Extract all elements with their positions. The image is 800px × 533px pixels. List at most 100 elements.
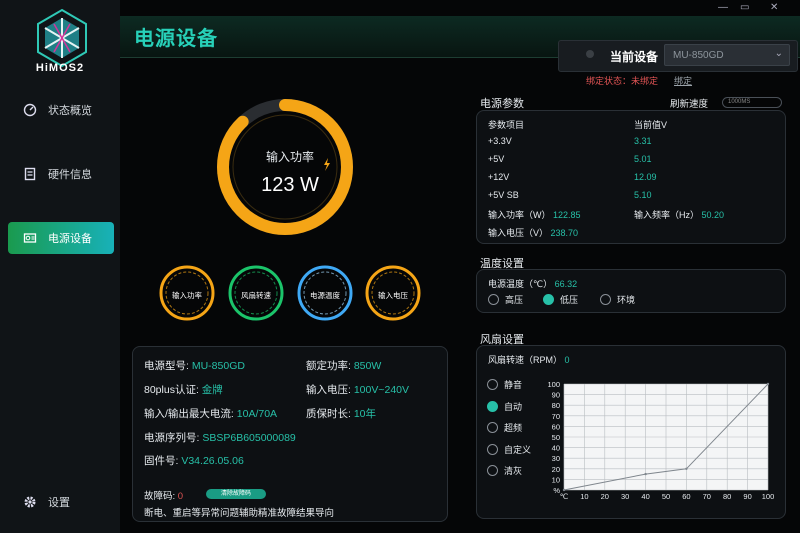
max-current-label: 输入/输出最大电流:	[144, 408, 234, 420]
minimize-icon[interactable]: —	[718, 2, 728, 13]
input-power-label: 输入功率（W）	[488, 210, 551, 220]
input-voltage-row: 输入电压: 100V~240V	[306, 382, 409, 397]
input-voltage-row: 输入电压（V） 238.70	[488, 226, 578, 239]
mini-gauge-label: 电源温度	[310, 291, 340, 300]
chart-x-tick-label: 70	[703, 492, 711, 501]
power-supply-icon	[22, 230, 38, 246]
logo-text: HiMOS2	[35, 62, 85, 74]
fan-curve-point	[685, 467, 688, 470]
refresh-speed-select[interactable]: 1000MS	[722, 97, 782, 108]
chart-y-tick-label: 10	[552, 475, 560, 484]
param-value: 12.09	[634, 172, 657, 182]
model-value: MU-850GD	[191, 360, 245, 372]
fan-curve-point	[562, 488, 566, 492]
radio-dot	[487, 422, 498, 433]
firmware-value: V34.26.05.06	[181, 455, 244, 467]
chart-x-tick-label: 100	[762, 492, 775, 501]
input-freq-row: 输入频率（Hz） 50.20	[634, 208, 724, 221]
chart-y-tick-label: %	[553, 486, 560, 495]
serial-value: SBSP6B605000089	[202, 432, 296, 444]
sidebar-item-power[interactable]: 电源设备	[8, 222, 114, 254]
fan-mode-label: 静音	[504, 380, 523, 390]
bind-link[interactable]: 绑定	[674, 74, 692, 87]
fan-speed-value: 0	[564, 355, 570, 365]
radio-dot	[487, 444, 498, 455]
param-name: +3.3V	[488, 136, 512, 146]
settings-button[interactable]: 设置	[8, 486, 114, 518]
sidebar-item-status[interactable]: 状态概览	[8, 94, 114, 126]
radio-dot	[488, 294, 499, 305]
chart-x-tick-label: 40	[641, 492, 649, 501]
fan-curve-chart[interactable]: ℃%10102020303040405050606070708080909010…	[540, 376, 778, 508]
chart-y-tick-label: 50	[552, 433, 560, 442]
sidebar-item-label: 状态概览	[48, 105, 92, 117]
input-power-value: 122.85	[553, 210, 581, 220]
fan-mode-label: 超频	[504, 423, 523, 433]
firmware-label: 固件号:	[144, 455, 179, 467]
chart-x-tick-label: 80	[723, 492, 731, 501]
bind-status: 绑定状态：未绑定	[586, 74, 658, 87]
input-voltage-label: 输入电压:	[306, 384, 351, 396]
fan-mode-clean[interactable]: 清灰	[487, 464, 522, 477]
device-select-value: MU-850GD	[673, 50, 724, 61]
input-power-gauge	[217, 99, 353, 235]
fault-label: 故障码:	[144, 491, 176, 502]
chart-y-tick-label: 100	[547, 380, 560, 389]
input-freq-label: 输入频率（Hz）	[634, 210, 699, 220]
max-current-row: 输入/输出最大电流: 10A/70A	[144, 406, 277, 421]
chart-y-tick-label: 90	[552, 391, 560, 400]
bind-status-label: 绑定状态：	[586, 76, 632, 86]
gauge-value: 123 W	[261, 174, 319, 196]
fan-curve-point	[644, 472, 647, 476]
device-select[interactable]: MU-850GD ⌄	[664, 44, 790, 66]
sidebar-item-label: 硬件信息	[48, 169, 92, 181]
fan-speed-label: 风扇转速（RPM）	[488, 355, 562, 365]
chart-x-tick-label: 10	[580, 492, 588, 501]
firmware-row: 固件号: V34.26.05.06	[144, 453, 244, 468]
input-power-row: 输入功率（W） 122.85	[488, 208, 581, 221]
model-label: 电源型号:	[144, 360, 189, 372]
sidebar: HiMOS2 状态概览 硬件信息 电源设备 设置	[0, 0, 120, 533]
temp-option-ambient[interactable]: 环境	[600, 293, 635, 306]
radio-dot	[600, 294, 611, 305]
document-icon	[22, 166, 38, 182]
cert-row: 80plus认证: 金牌	[144, 382, 223, 397]
cert-label: 80plus认证:	[144, 384, 199, 396]
mini-gauge-label: 风扇转速	[241, 291, 271, 300]
fan-mode-overclock[interactable]: 超频	[487, 421, 522, 434]
chart-y-tick-label: 40	[552, 444, 560, 453]
col-header-value: 当前值V	[634, 120, 668, 130]
bind-status-value: 未绑定	[631, 76, 659, 86]
gauge-icon	[22, 102, 38, 118]
temp-option-label: 环境	[617, 295, 636, 305]
temp-value: 66.32	[554, 279, 578, 289]
chart-y-tick-label: 70	[552, 412, 560, 421]
warranty-value: 10年	[353, 408, 377, 420]
max-current-value: 10A/70A	[236, 408, 278, 420]
sidebar-item-hardware[interactable]: 硬件信息	[8, 158, 114, 190]
fan-mode-silent[interactable]: 静音	[487, 378, 522, 391]
chart-y-tick-label: 30	[552, 454, 560, 463]
chart-x-tick-label: 30	[621, 492, 629, 501]
fan-mode-custom[interactable]: 自定义	[487, 443, 531, 456]
chart-x-tick-label: 60	[682, 492, 690, 501]
fan-mode-auto[interactable]: 自动	[487, 400, 522, 413]
param-name: +12V	[488, 172, 510, 182]
chart-y-tick-label: 80	[552, 401, 560, 410]
chevron-down-icon: ⌄	[774, 48, 783, 59]
chart-x-tick-label: 50	[662, 492, 670, 501]
fan-mode-label: 自定义	[504, 445, 532, 455]
temp-option-high[interactable]: 高压	[488, 293, 523, 306]
serial-label: 电源序列号:	[144, 432, 200, 444]
maximize-icon[interactable]: ▭	[740, 2, 749, 13]
refresh-label: 刷新速度	[670, 99, 709, 110]
temp-option-low[interactable]: 低压	[543, 293, 578, 306]
connection-status-dot	[586, 50, 594, 58]
clear-fault-button[interactable]: 清除故障码	[206, 489, 266, 499]
radio-dot	[487, 379, 498, 390]
temp-label: 电源温度（℃）	[488, 279, 553, 289]
fan-mode-label: 自动	[504, 402, 523, 412]
close-icon[interactable]: ✕	[770, 2, 778, 13]
radio-dot	[487, 465, 498, 476]
sidebar-item-label: 电源设备	[48, 233, 92, 245]
